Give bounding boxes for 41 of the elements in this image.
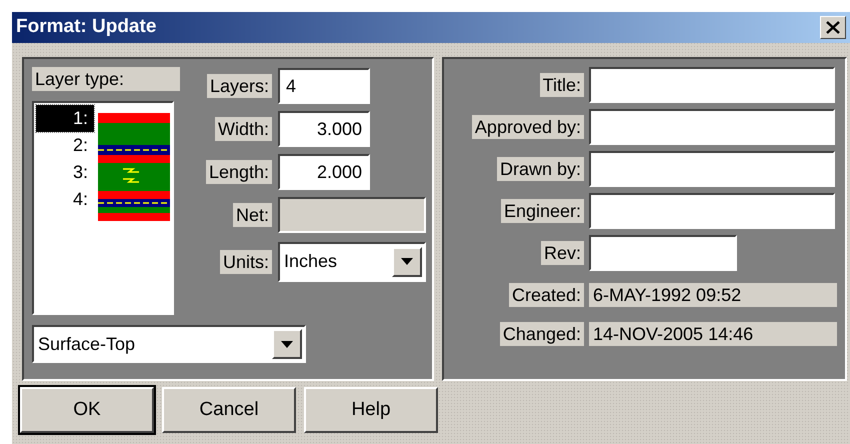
field-label: Width: [214,116,272,140]
layer-type-label: Layer type: [32,67,180,91]
dropdown-button[interactable] [272,329,302,359]
field-label: Units: [220,250,272,274]
date-value: 6-MAY-1992 09:52 [589,283,837,307]
layer-type-dropdown[interactable]: Surface-Top [32,325,306,363]
field-label: Length: [206,160,272,184]
units-dropdown[interactable]: Inches [278,242,426,282]
input-field[interactable]: 2.000 [278,154,370,190]
input-field[interactable] [589,150,835,186]
field-label: Engineer: [500,198,584,222]
close-icon [826,21,840,34]
dropdown-value: Inches [284,250,338,273]
dialog-button[interactable]: Help [304,387,438,433]
layer-list-item[interactable]: 1: [36,105,94,132]
field-label: Net: [232,202,272,226]
field-label: Title: [540,72,584,96]
layer-list-item[interactable]: 4: [36,186,94,213]
caret-icon [281,340,293,348]
dialog-button[interactable]: Cancel [162,387,296,433]
field-label: Approved by: [472,114,584,138]
input-field[interactable]: 4 [278,68,370,104]
caret-icon [401,258,413,265]
input-field[interactable]: 3.000 [278,110,370,146]
dropdown-button[interactable] [392,246,422,276]
input-field[interactable] [589,234,737,270]
close-button[interactable] [820,16,846,39]
field-label: Layers: [206,74,272,98]
layer-list-item[interactable]: 3: [36,159,94,186]
field-label: Rev: [540,240,584,264]
date-value: 14-NOV-2005 14:46 [589,322,837,346]
input-field[interactable] [589,66,835,102]
dropdown-value: Surface-Top [38,332,136,356]
dialog-button[interactable]: OK [20,387,154,433]
field-label: Drawn by: [496,156,584,180]
input-field[interactable] [589,108,835,144]
field-label: Changed: [500,322,584,346]
input-field[interactable] [589,192,835,228]
window-title: Format: Update [16,15,156,40]
field-label: Created: [508,283,584,307]
layer-list-item[interactable]: 2: [36,132,94,159]
